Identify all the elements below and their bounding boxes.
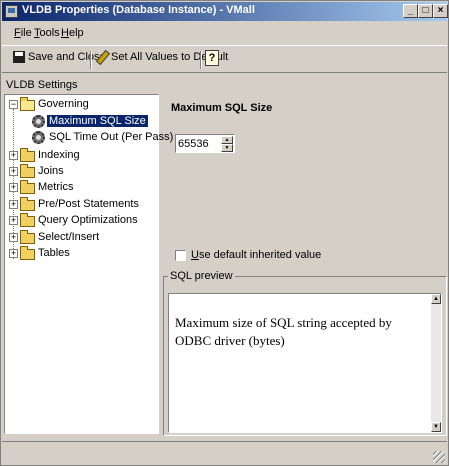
tree-node-governing[interactable]: − Governing bbox=[5, 97, 155, 113]
max-sql-size-input[interactable] bbox=[177, 136, 221, 151]
folder-icon bbox=[20, 230, 35, 244]
menu-help[interactable]: Help bbox=[61, 27, 84, 39]
scroll-up-icon[interactable]: ▲ bbox=[431, 294, 441, 304]
toolbar-separator bbox=[200, 51, 202, 69]
window-title: VLDB Properties (Database Instance) - VM… bbox=[22, 4, 255, 16]
tree-node-indexing[interactable]: + Indexing bbox=[5, 148, 155, 164]
vldb-properties-window: VLDB Properties (Database Instance) - VM… bbox=[0, 0, 449, 466]
expand-icon[interactable]: + bbox=[9, 216, 18, 225]
use-default-label[interactable]: Use default inherited value bbox=[191, 249, 321, 261]
sql-preview-box[interactable]: Maximum size of SQL string accepted by O… bbox=[168, 293, 442, 433]
stepper-up-icon[interactable]: ▲ bbox=[221, 136, 233, 144]
folder-icon bbox=[20, 213, 35, 227]
open-folder-icon bbox=[20, 97, 35, 111]
status-bar bbox=[2, 441, 447, 465]
close-button[interactable]: × bbox=[433, 4, 448, 18]
resize-grip-icon[interactable] bbox=[433, 451, 445, 463]
help-icon: ? bbox=[205, 50, 219, 66]
expand-icon[interactable]: + bbox=[9, 183, 18, 192]
setting-title: Maximum SQL Size bbox=[171, 102, 273, 114]
menu-file[interactable]: File bbox=[14, 27, 32, 39]
sql-preview-group: SQL preview Maximum size of SQL string a… bbox=[163, 270, 447, 436]
help-button[interactable]: ? bbox=[205, 50, 222, 68]
sql-preview-text: Maximum size of SQL string accepted by O… bbox=[175, 315, 392, 348]
pencil-icon bbox=[96, 51, 108, 63]
preview-scrollbar[interactable]: ▲ ▼ bbox=[431, 294, 441, 432]
expand-icon[interactable]: + bbox=[9, 151, 18, 160]
tree-node-joins[interactable]: + Joins bbox=[5, 164, 155, 180]
vldb-settings-label: VLDB Settings bbox=[6, 79, 78, 91]
tree-node-tables[interactable]: + Tables bbox=[5, 246, 155, 262]
setting-detail-panel: Maximum SQL Size ▲ ▼ Use default inherit… bbox=[163, 94, 445, 269]
max-sql-size-stepper[interactable]: ▲ ▼ bbox=[175, 134, 235, 153]
title-bar[interactable]: VLDB Properties (Database Instance) - VM… bbox=[2, 2, 448, 21]
scroll-down-icon[interactable]: ▼ bbox=[431, 422, 441, 432]
stepper-buttons: ▲ ▼ bbox=[221, 136, 233, 152]
expand-icon[interactable]: + bbox=[9, 200, 18, 209]
setting-gear-icon bbox=[32, 131, 45, 144]
expand-icon[interactable]: + bbox=[9, 167, 18, 176]
folder-icon bbox=[20, 246, 35, 260]
tree-node-query-optimizations[interactable]: + Query Optimizations bbox=[5, 213, 155, 229]
use-default-checkbox-row[interactable]: Use default inherited value bbox=[175, 249, 321, 261]
tree-node-max-sql-size[interactable]: Maximum SQL Size bbox=[5, 114, 155, 130]
collapse-icon[interactable]: − bbox=[9, 100, 18, 109]
tree-node-pre-post-statements[interactable]: + Pre/Post Statements bbox=[5, 197, 155, 213]
toolbar: Save and Close Set All Values to Default… bbox=[2, 45, 447, 73]
minimize-button[interactable]: _ bbox=[403, 4, 418, 18]
tree-node-select-insert[interactable]: + Select/Insert bbox=[5, 230, 155, 246]
folder-icon bbox=[20, 148, 35, 162]
menu-bar: File Tools Help bbox=[2, 24, 447, 42]
save-icon bbox=[13, 51, 25, 64]
sql-preview-legend: SQL preview bbox=[168, 270, 235, 282]
app-icon bbox=[5, 5, 18, 18]
use-default-checkbox[interactable] bbox=[175, 249, 186, 261]
stepper-down-icon[interactable]: ▼ bbox=[221, 144, 233, 152]
folder-icon bbox=[20, 180, 35, 194]
folder-icon bbox=[20, 197, 35, 211]
settings-tree[interactable]: − Governing Maximum SQL Size SQL Time Ou… bbox=[4, 94, 173, 434]
menu-tools[interactable]: Tools bbox=[34, 27, 60, 39]
toolbar-separator bbox=[90, 51, 92, 69]
folder-icon bbox=[20, 164, 35, 178]
setting-gear-icon bbox=[32, 115, 45, 128]
tree-node-sql-timeout[interactable]: SQL Time Out (Per Pass) bbox=[5, 130, 173, 146]
maximize-button[interactable]: □ bbox=[418, 4, 433, 18]
expand-icon[interactable]: + bbox=[9, 249, 18, 258]
tree-node-metrics[interactable]: + Metrics bbox=[5, 180, 155, 196]
expand-icon[interactable]: + bbox=[9, 233, 18, 242]
